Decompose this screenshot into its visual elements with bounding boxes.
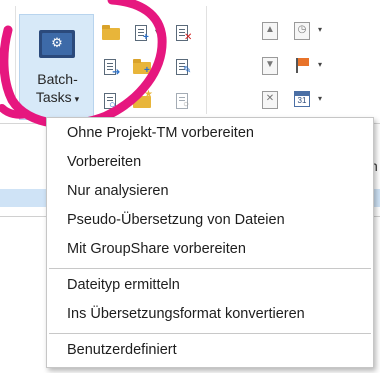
arrow-down-icon: ▼ (265, 59, 275, 70)
chevron-down-icon: ▾ (74, 94, 80, 104)
move-down-button[interactable]: ▼ (262, 57, 278, 75)
new-folder-button[interactable]: + (133, 58, 151, 78)
calendar-day: 31 (297, 96, 307, 105)
plus-icon: + (143, 32, 149, 43)
search-document-button[interactable]: ○ (102, 92, 120, 112)
menu-item-pseudo-translation[interactable]: Pseudo-Übersetzung von Dateien (47, 206, 373, 234)
ribbon-separator (206, 6, 207, 114)
calendar-icon[interactable]: 31 (294, 91, 310, 107)
gear-icon: ⚙ (51, 35, 63, 50)
remove-item-button[interactable]: ✕ (262, 91, 278, 109)
folder-icon (102, 25, 120, 40)
menu-item-prepare-with-groupshare[interactable]: Mit GroupShare vorbereiten (47, 235, 373, 263)
menu-item-prepare[interactable]: Vorbereiten (47, 148, 373, 176)
close-icon: ✕ (184, 32, 193, 43)
star-icon: ★ (144, 89, 153, 100)
chevron-down-icon[interactable]: ▾ (318, 94, 322, 103)
menu-item-detect-file-type[interactable]: Dateityp ermitteln (47, 271, 373, 299)
batch-tasks-icon: ⚙ (39, 30, 75, 58)
document-settings-button[interactable]: ○ (174, 92, 192, 112)
magnifier-icon: ○ (183, 99, 190, 110)
batch-tasks-menu: Ohne Projekt-TM vorbereiten Vorbereiten … (46, 117, 374, 368)
menu-item-convert-to-translatable[interactable]: Ins Übersetzungsformat konvertieren (47, 300, 373, 328)
favorite-folder-button[interactable]: ★ (133, 89, 153, 112)
chevron-down-icon[interactable]: ▾ (318, 25, 322, 34)
remove-document-button[interactable]: ✕ (174, 24, 192, 44)
chevron-down-icon[interactable]: ▾ (318, 60, 322, 69)
open-folder-button[interactable] (102, 24, 120, 44)
edit-document-button[interactable]: ✎ (174, 58, 192, 78)
batch-tasks-label-line2-text: Tasks (35, 89, 72, 105)
add-document-button[interactable]: + (133, 24, 151, 44)
pencil-icon: ✎ (183, 65, 192, 76)
magnifier-icon: ○ (109, 99, 116, 111)
menu-item-prepare-without-project-tm[interactable]: Ohne Projekt-TM vorbereiten (47, 119, 373, 147)
close-icon: ✕ (265, 93, 275, 104)
batch-tasks-label-line2: Tasks ▾ (20, 89, 95, 105)
move-up-button[interactable]: ▲ (262, 22, 278, 40)
menu-separator (49, 268, 371, 269)
arrow-up-icon: ▲ (265, 24, 275, 35)
arrow-right-icon: ➜ (112, 67, 121, 78)
status-button[interactable]: ◷ (294, 22, 310, 40)
chevron-down-icon[interactable]: ▾ (155, 27, 159, 36)
ribbon-separator (15, 6, 16, 114)
plus-icon: + (144, 65, 150, 76)
menu-item-custom[interactable]: Benutzerdefiniert (47, 336, 373, 364)
ribbon: ⚙ Batch- Tasks ▾ ➜ ○ + ▾ + ★ ✕ ✎ ○ ▲ ▼ ✕… (0, 0, 380, 124)
batch-tasks-button[interactable]: ⚙ Batch- Tasks ▾ (19, 14, 94, 120)
batch-tasks-label-line1: Batch- (37, 71, 78, 87)
new-document-button[interactable]: ➜ (102, 58, 120, 78)
clock-icon: ◷ (297, 24, 307, 35)
menu-item-analyze-only[interactable]: Nur analysieren (47, 177, 373, 205)
menu-separator (49, 333, 371, 334)
flag-icon[interactable] (294, 57, 310, 73)
